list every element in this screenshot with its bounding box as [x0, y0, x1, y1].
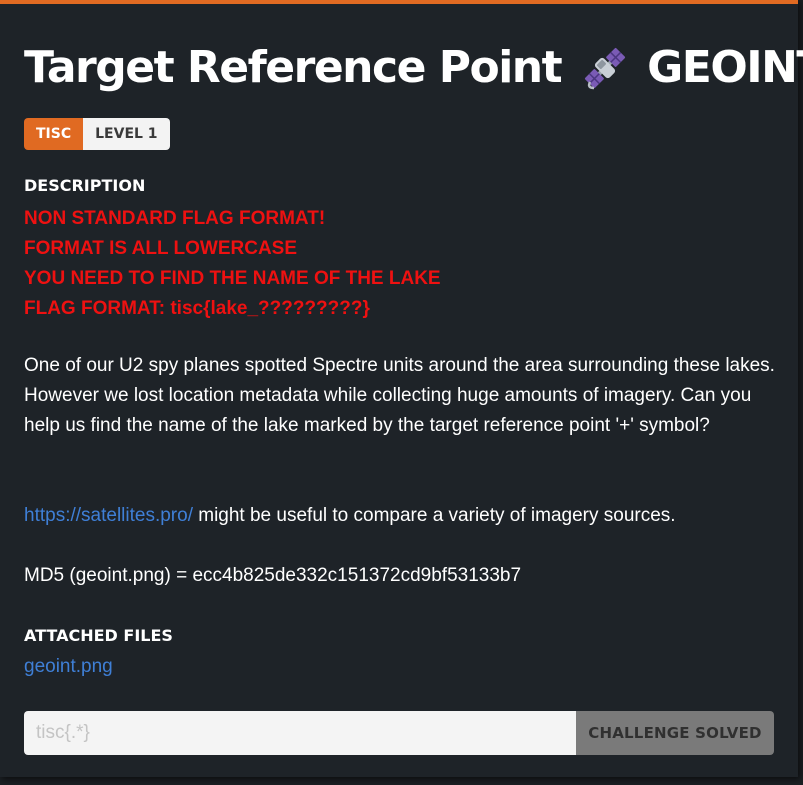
warning-line: NON STANDARD FLAG FORMAT!: [24, 208, 326, 229]
description-label: DESCRIPTION: [24, 176, 146, 195]
flag-format-warnings: NON STANDARD FLAG FORMAT! FORMAT IS ALL …: [24, 204, 441, 324]
challenge-title: Target Reference Point GEOINT: [24, 42, 803, 93]
attached-file-link[interactable]: geoint.png: [24, 652, 113, 682]
resource-hint-text: might be useful to compare a variety of …: [192, 505, 676, 526]
satellite-icon: [581, 44, 629, 92]
challenge-card: Target Reference Point GEOINT TISC: [0, 0, 803, 777]
event-tag: TISC: [24, 118, 84, 150]
warning-line: YOU NEED TO FIND THE NAME OF THE LAKE: [24, 268, 441, 289]
level-tag: LEVEL 1: [83, 118, 170, 150]
attached-files-label: ATTACHED FILES: [24, 626, 173, 645]
challenge-name: Target Reference Point: [24, 42, 563, 93]
challenge-solved-button[interactable]: CHALLENGE SOLVED: [576, 711, 774, 755]
description-paragraph: One of our U2 spy planes spotted Spectre…: [24, 355, 775, 436]
challenge-tags: TISC LEVEL 1: [24, 118, 170, 150]
challenge-category: GEOINT: [647, 42, 803, 93]
flag-input[interactable]: [24, 711, 576, 755]
md5-checksum: MD5 (geoint.png) = ecc4b825de332c151372c…: [24, 565, 522, 586]
warning-line: FLAG FORMAT: tisc{lake_?????????}: [24, 298, 370, 319]
satellites-pro-link[interactable]: https://satellites.pro/: [24, 505, 193, 526]
warning-line: FORMAT IS ALL LOWERCASE: [24, 238, 298, 259]
flag-submit-form: CHALLENGE SOLVED: [24, 711, 774, 755]
resource-hint: https://satellites.pro/ might be useful …: [24, 501, 784, 531]
